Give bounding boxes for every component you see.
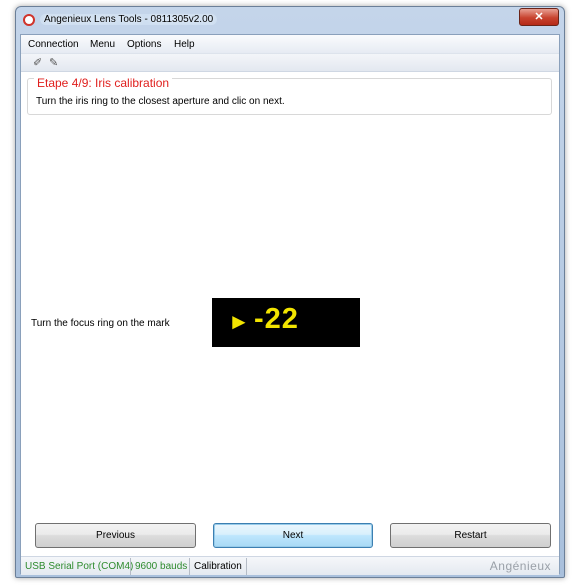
app-window: Angenieux Lens Tools - 0811305v2.00 ✕ Co… (15, 6, 565, 578)
window-title: Angenieux Lens Tools - 0811305v2.00 (40, 14, 218, 25)
client-area: Connection Menu Options Help ✐ ✎ Etape 4… (20, 34, 560, 575)
connect-plug-icon[interactable]: ✐ (33, 56, 42, 69)
menu-options[interactable]: Options (127, 39, 161, 50)
close-button[interactable]: ✕ (519, 8, 559, 26)
focus-mark-value: -22 (254, 303, 299, 335)
status-bar: USB Serial Port (COM4) 9600 bauds Calibr… (21, 556, 559, 575)
title-bar[interactable]: Angenieux Lens Tools - 0811305v2.00 ✕ (16, 7, 564, 34)
status-separator (189, 558, 190, 575)
status-separator (130, 558, 131, 575)
status-port: USB Serial Port (COM4) (25, 561, 134, 572)
previous-button[interactable]: Previous (35, 523, 196, 548)
focus-mark-display: ► -22 (212, 298, 360, 347)
play-arrow-icon: ► (228, 309, 250, 334)
step-title: Etape 4/9: Iris calibration (34, 76, 173, 90)
toolbar: ✐ ✎ (21, 54, 559, 72)
focus-instruction: Turn the focus ring on the mark (31, 318, 170, 329)
menu-bar: Connection Menu Options Help (21, 35, 559, 54)
menu-help[interactable]: Help (174, 39, 195, 50)
step-instruction: Turn the iris ring to the closest apertu… (36, 96, 285, 107)
app-logo-icon (23, 14, 35, 26)
restart-button[interactable]: Restart (390, 523, 551, 548)
status-separator (246, 558, 247, 575)
disconnect-plug-icon[interactable]: ✎ (49, 56, 58, 69)
status-mode: Calibration (194, 561, 242, 572)
status-baud: 9600 bauds (135, 561, 188, 572)
menu-menu[interactable]: Menu (90, 39, 115, 50)
menu-connection[interactable]: Connection (28, 39, 79, 50)
angenieux-logo: Angénieux (489, 559, 551, 573)
step-group: Etape 4/9: Iris calibration Turn the iri… (27, 76, 552, 115)
next-button[interactable]: Next (213, 523, 373, 548)
